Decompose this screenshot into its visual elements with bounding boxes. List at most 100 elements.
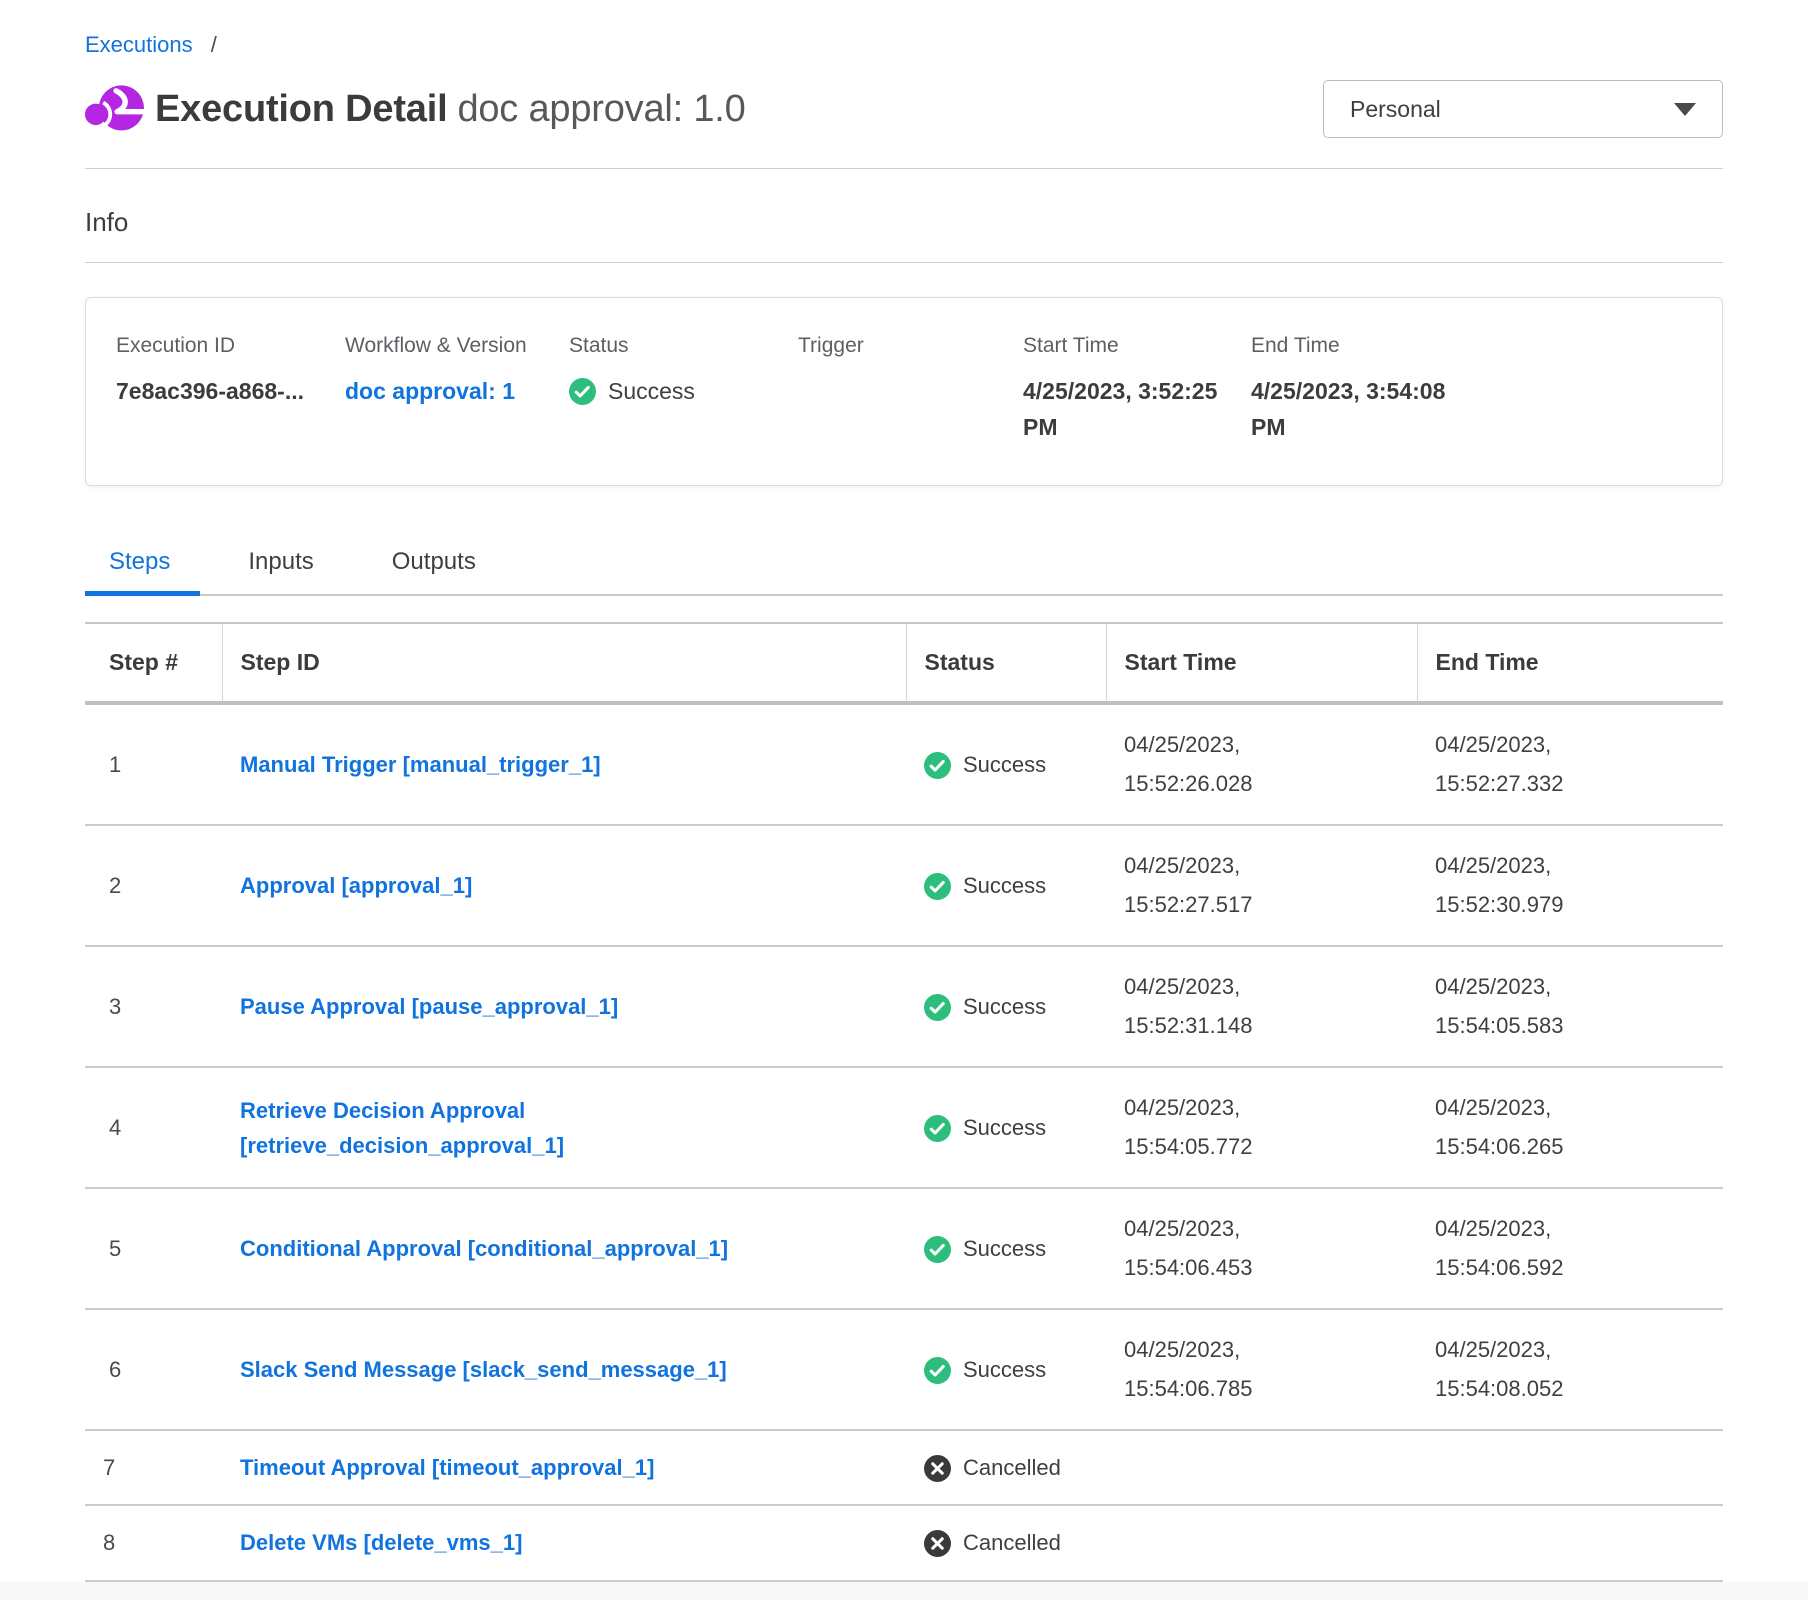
step-link[interactable]: Pause Approval [pause_approval_1] — [240, 989, 618, 1024]
step-id-cell: Manual Trigger [manual_trigger_1] — [222, 703, 906, 825]
status-badge: Success — [906, 825, 1106, 946]
status-badge: Cancelled — [906, 1430, 1106, 1505]
success-icon — [569, 378, 596, 405]
table-row: 1 Manual Trigger [manual_trigger_1] Succes… — [85, 703, 1723, 825]
info-label: Start Time — [1023, 334, 1251, 358]
step-number: 8 — [85, 1505, 222, 1580]
start-time: 04/25/2023, 15:52:26.028 — [1106, 703, 1417, 825]
step-number: 1 — [85, 703, 222, 825]
step-link[interactable]: Approval [approval_1] — [240, 868, 472, 903]
column-header-status: Status — [906, 623, 1106, 703]
status-badge: Success — [906, 1188, 1106, 1309]
start-time: 04/25/2023, 15:54:06.453 — [1106, 1188, 1417, 1309]
steps-table-body: 1 Manual Trigger [manual_trigger_1] Succes… — [85, 703, 1723, 1580]
cancelled-icon — [924, 1530, 951, 1557]
column-header-end-time: End Time — [1417, 623, 1723, 703]
page-header: Execution Detaildoc approval: 1.0 Person… — [85, 80, 1723, 138]
step-id-cell: Retrieve Decision Approval [retrieve_dec… — [222, 1067, 906, 1188]
step-number: 6 — [85, 1309, 222, 1430]
workflow-version-link[interactable]: doc approval: 1 — [345, 378, 515, 404]
info-label: End Time — [1251, 334, 1692, 358]
info-value: 4/25/2023, 3:52:25 PM — [1023, 374, 1231, 445]
column-header-step-id: Step ID — [222, 623, 906, 703]
status-label: Cancelled — [963, 1455, 1061, 1480]
step-link[interactable]: Delete VMs [delete_vms_1] — [240, 1525, 522, 1560]
step-number: 7 — [85, 1430, 222, 1505]
info-field-trigger: Trigger — [798, 334, 1023, 445]
start-time: 04/25/2023, 15:54:05.772 — [1106, 1067, 1417, 1188]
table-row: 6 Slack Send Message [slack_send_message_… — [85, 1309, 1723, 1430]
tab-steps[interactable]: Steps — [85, 542, 200, 594]
success-icon — [924, 994, 951, 1021]
success-icon — [924, 1115, 951, 1142]
breadcrumb-separator: / — [211, 32, 217, 57]
success-icon — [924, 873, 951, 900]
tab-inputs[interactable]: Inputs — [218, 542, 343, 594]
scope-dropdown-value: Personal — [1350, 96, 1441, 123]
info-label: Workflow & Version — [345, 334, 569, 358]
success-icon — [924, 1357, 951, 1384]
step-id-cell: Pause Approval [pause_approval_1] — [222, 946, 906, 1067]
info-divider — [85, 262, 1723, 263]
info-label: Trigger — [798, 334, 1023, 358]
step-id-cell: Delete VMs [delete_vms_1] — [222, 1505, 906, 1580]
breadcrumb-executions-link[interactable]: Executions — [85, 32, 193, 57]
info-label: Execution ID — [116, 334, 345, 358]
step-number: 4 — [85, 1067, 222, 1188]
status-label: Success — [963, 1115, 1046, 1140]
table-row: 7 Timeout Approval [timeout_approval_1] Ca… — [85, 1430, 1723, 1505]
info-field-execution-id: Execution ID 7e8ac396-a868-... — [116, 334, 345, 445]
table-row: 2 Approval [approval_1] Success 04/25/2023,… — [85, 825, 1723, 946]
page-title-text: Execution Detail — [155, 88, 447, 130]
header-row: Step # Step ID Status Start Time End Tim… — [85, 623, 1723, 703]
info-value: 7e8ac396-a868-... — [116, 378, 304, 404]
start-time — [1106, 1430, 1417, 1505]
info-label: Status — [569, 334, 798, 358]
info-card: Execution ID 7e8ac396-a868-... Workflow & … — [85, 297, 1723, 486]
step-link[interactable]: Retrieve Decision Approval [retrieve_dec… — [240, 1093, 850, 1163]
info-section-title: Info — [85, 207, 1723, 238]
end-time — [1417, 1505, 1723, 1580]
steps-table: Step # Step ID Status Start Time End Tim… — [85, 622, 1723, 1581]
column-header-start-time: Start Time — [1106, 623, 1417, 703]
scope-dropdown[interactable]: Personal — [1323, 80, 1723, 138]
status-badge: Success — [906, 1067, 1106, 1188]
status-badge: Cancelled — [906, 1505, 1106, 1580]
success-icon — [924, 752, 951, 779]
status-label: Success — [963, 873, 1046, 898]
end-time: 04/25/2023, 15:54:08.052 — [1417, 1309, 1723, 1430]
table-row: 8 Delete VMs [delete_vms_1] Cancelled — [85, 1505, 1723, 1580]
step-link[interactable]: Timeout Approval [timeout_approval_1] — [240, 1450, 654, 1485]
info-value: 4/25/2023, 3:54:08 PM — [1251, 374, 1459, 445]
start-time: 04/25/2023, 15:52:27.517 — [1106, 825, 1417, 946]
step-number: 2 — [85, 825, 222, 946]
end-time: 04/25/2023, 15:52:30.979 — [1417, 825, 1723, 946]
steps-table-header: Step # Step ID Status Start Time End Tim… — [85, 623, 1723, 703]
status-label: Success — [963, 752, 1046, 777]
page-subtitle: doc approval: 1.0 — [457, 88, 745, 130]
header-divider — [85, 168, 1723, 169]
info-field-workflow-version: Workflow & Version doc approval: 1 — [345, 334, 569, 445]
end-time: 04/25/2023, 15:54:06.592 — [1417, 1188, 1723, 1309]
step-link[interactable]: Conditional Approval [conditional_approv… — [240, 1231, 728, 1266]
end-time: 04/25/2023, 15:54:05.583 — [1417, 946, 1723, 1067]
tabs-bar: Steps Inputs Outputs — [85, 542, 1723, 596]
start-time — [1106, 1505, 1417, 1580]
status-label: Success — [963, 1236, 1046, 1261]
execution-detail-page: Executions / Execution Detaildoc approva… — [0, 0, 1808, 1600]
tab-outputs[interactable]: Outputs — [362, 542, 506, 594]
cancelled-icon — [924, 1455, 951, 1482]
step-id-cell: Timeout Approval [timeout_approval_1] — [222, 1430, 906, 1505]
workflow-brand-icon — [85, 80, 145, 138]
page-title: Execution Detaildoc approval: 1.0 — [155, 88, 746, 131]
end-time — [1417, 1430, 1723, 1505]
step-number: 3 — [85, 946, 222, 1067]
table-row: 3Pause Approval [pause_approval_1]Succes… — [85, 946, 1723, 1067]
success-icon — [924, 1236, 951, 1263]
step-link[interactable]: Slack Send Message [slack_send_message_1… — [240, 1352, 727, 1387]
step-link[interactable]: Manual Trigger [manual_trigger_1] — [240, 747, 601, 782]
page-title-group: Execution Detaildoc approval: 1.0 — [85, 80, 746, 138]
chevron-down-icon — [1674, 103, 1696, 116]
step-id-cell: Conditional Approval [conditional_approv… — [222, 1188, 906, 1309]
table-row: 5Conditional Approval [conditional_appro… — [85, 1188, 1723, 1309]
